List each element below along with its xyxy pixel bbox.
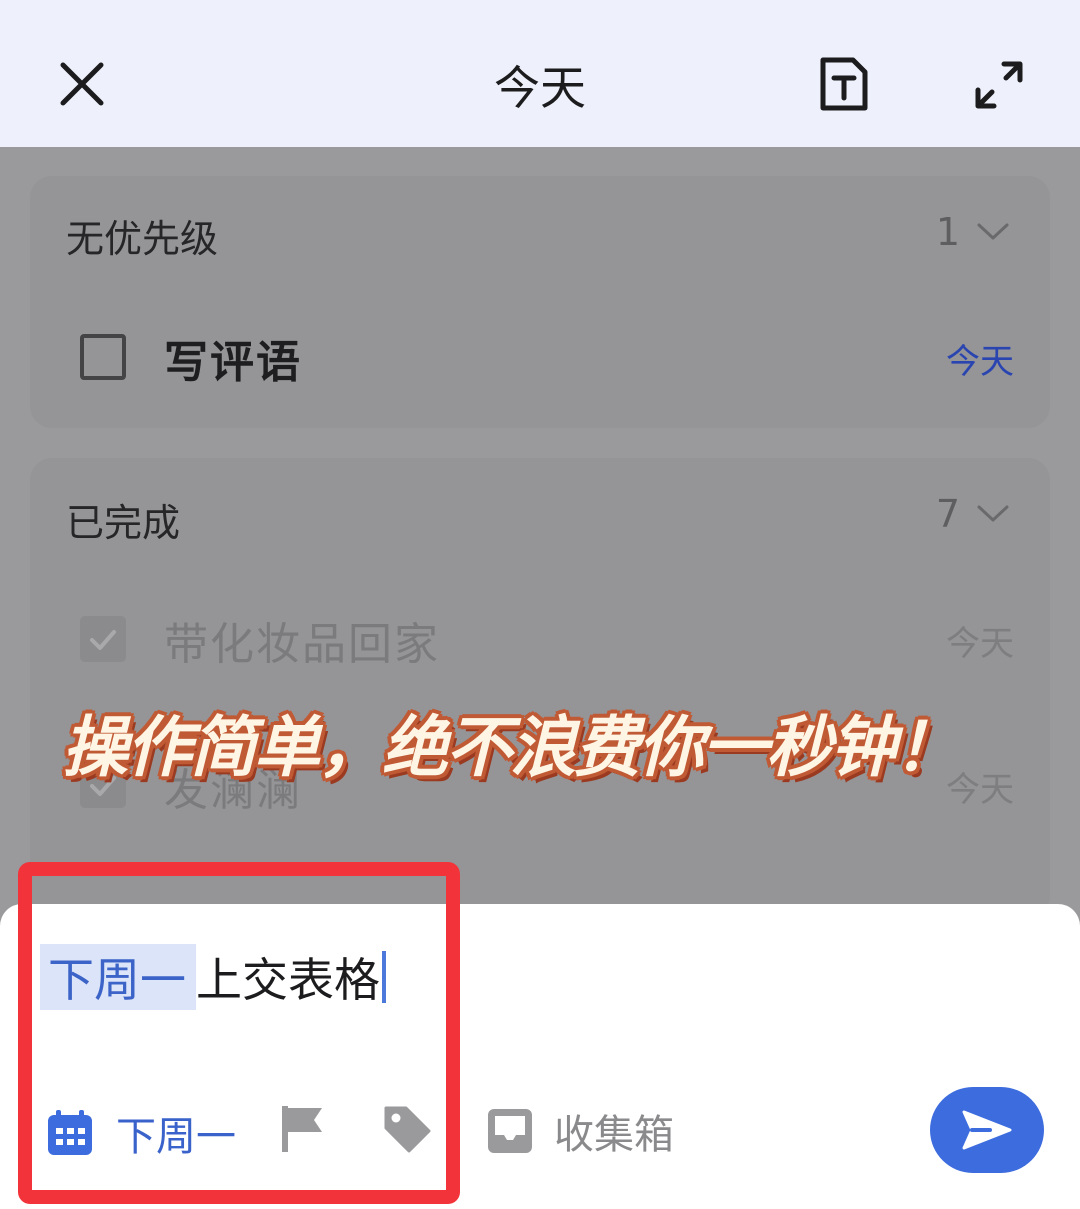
task-row[interactable]: 写评语 今天 bbox=[30, 316, 1050, 396]
task-date: 今天 bbox=[946, 342, 1014, 382]
page-title: 今天 bbox=[494, 61, 586, 115]
list-label: 收集箱 bbox=[554, 1112, 674, 1158]
group-card-no-priority: 无优先级 1 写评语 今天 bbox=[30, 176, 1050, 428]
highlight-annotation-frame bbox=[18, 862, 460, 1204]
group-count: 1 bbox=[935, 210, 960, 254]
chevron-down-icon[interactable] bbox=[976, 504, 1010, 524]
group-title: 已完成 bbox=[66, 501, 181, 545]
group-title: 无优先级 bbox=[66, 217, 219, 261]
send-button[interactable] bbox=[930, 1087, 1044, 1173]
check-icon bbox=[90, 630, 116, 650]
promo-banner-text: 操作简单，绝不浪费你一秒钟！ bbox=[62, 709, 960, 786]
task-date: 今天 bbox=[946, 624, 1014, 664]
chevron-down-icon[interactable] bbox=[976, 222, 1010, 242]
expand-button[interactable] bbox=[966, 52, 1032, 118]
send-icon bbox=[962, 1110, 1012, 1150]
inbox-icon bbox=[488, 1109, 532, 1153]
task-checkbox-checked[interactable] bbox=[80, 616, 126, 662]
group-card-completed: 已完成 7 带化妆品回家 今天 发澜澜 今天 bbox=[30, 458, 1050, 918]
top-bar: 今天 bbox=[0, 0, 1080, 147]
list-selector-button[interactable]: 收集箱 bbox=[486, 1102, 674, 1160]
expand-icon bbox=[975, 61, 1023, 109]
text-mode-button[interactable] bbox=[812, 52, 876, 116]
group-count: 7 bbox=[935, 492, 960, 536]
task-checkbox[interactable] bbox=[80, 334, 126, 380]
task-title: 写评语 bbox=[164, 337, 302, 388]
task-row[interactable]: 带化妆品回家 今天 bbox=[30, 598, 1050, 678]
task-title: 带化妆品回家 bbox=[164, 619, 440, 670]
text-document-icon bbox=[820, 57, 868, 111]
